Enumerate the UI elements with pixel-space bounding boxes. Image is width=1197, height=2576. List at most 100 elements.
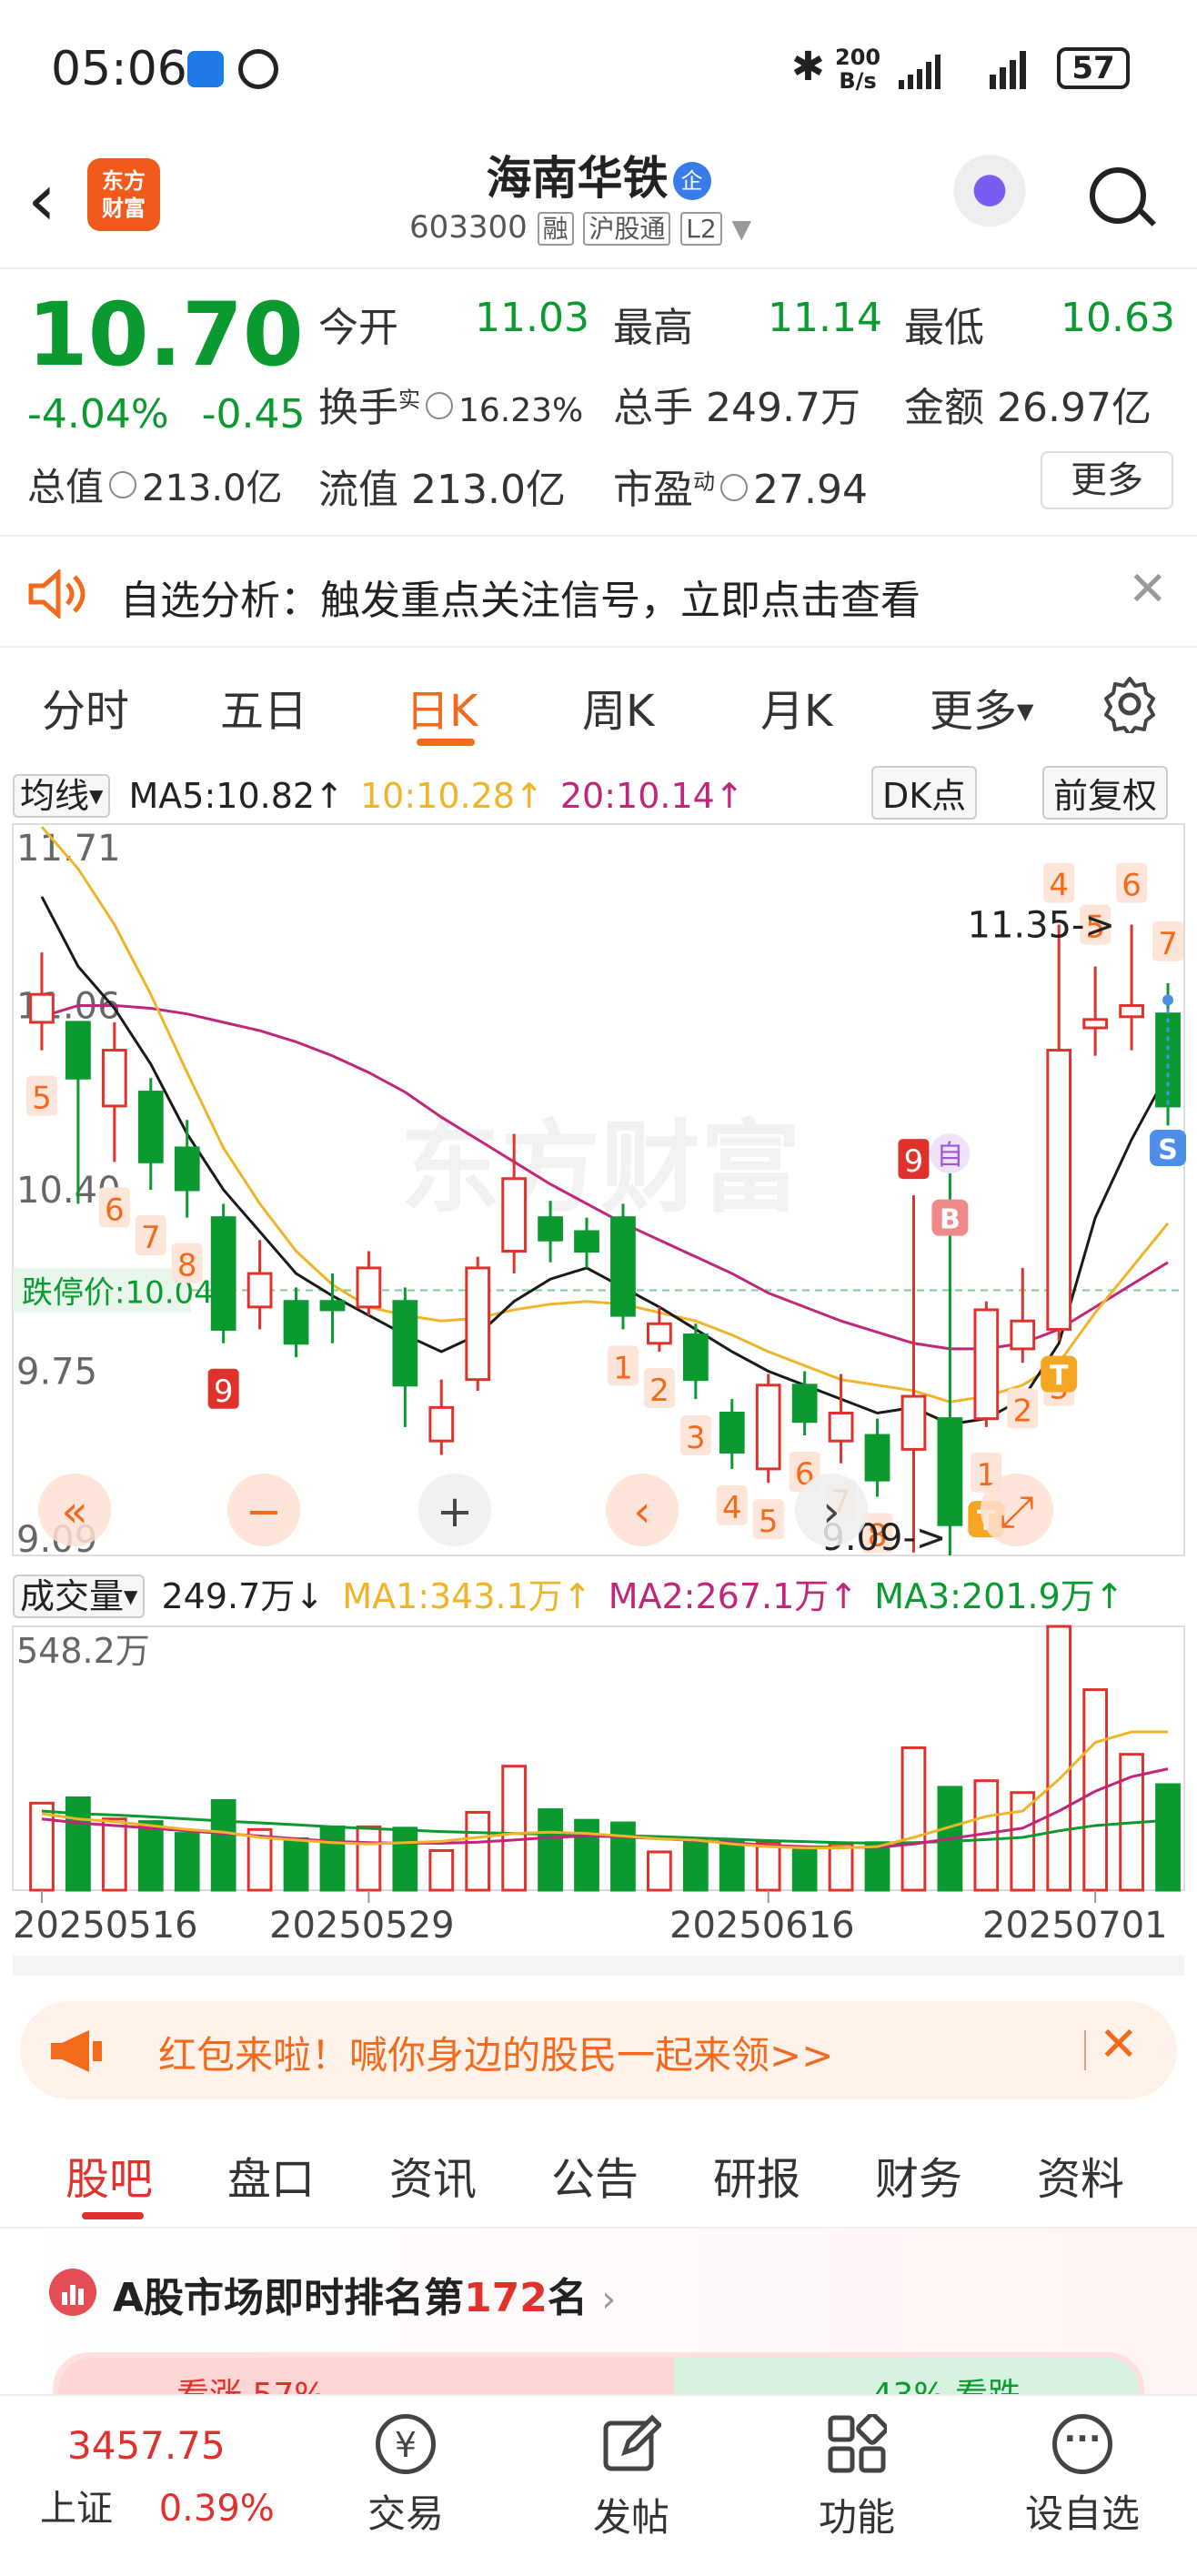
rank-number: 172 [464,2275,548,2321]
volume-bar [465,1810,491,1892]
volume-bar [356,1825,382,1892]
volume-y-max: 548.2万 [16,1631,150,1671]
stock-header: ‹ 东方 财富 海南华铁 企 603300 融 沪股通 L2 ▼ [0,136,1197,269]
volume-select[interactable]: 成交量▼ [13,1575,146,1618]
trade-icon: ¥ [376,2414,436,2474]
candle-body [428,1405,455,1443]
tab-weekly-k[interactable]: 周K [582,675,654,739]
tab-daily-k[interactable]: 日K [406,675,478,739]
volume-bar [501,1765,528,1892]
nav-add-watchlist[interactable]: ··· 设自选 [1010,2414,1155,2539]
open-value: 11.03 [475,295,589,341]
signal-icon [899,51,1026,89]
mcap-value: 213.0亿 [142,468,283,509]
stock-name: 海南华铁 [486,152,669,205]
candle-body [210,1216,236,1331]
tab-news[interactable]: 资讯 [389,2143,477,2207]
quote-panel: 10.70 -4.04% -0.45 总值 213.0亿 今开 11.03 最高 … [0,269,1197,533]
tab-orderbook[interactable]: 盘口 [227,2143,315,2207]
robot-avatar-icon[interactable] [950,155,1030,235]
volume-label: 总手 [613,385,693,431]
analysis-notice[interactable]: 自选分析：触发重点关注信号，立即点击查看 ✕ [0,535,1197,648]
sell-marker-dot [1162,994,1174,1006]
turnover-sup: 实 [398,387,420,413]
info-icon[interactable] [720,474,748,501]
grid-icon [828,2412,889,2473]
tab-announcements[interactable]: 公告 [551,2143,639,2207]
caret-down-icon: ▼ [1017,699,1034,724]
vol-ma3: MA3:201.9万↑ [874,1576,1124,1616]
pe-sup: 动 [693,468,715,495]
tab-profile[interactable]: 资料 [1037,2143,1124,2207]
fullscreen-icon[interactable]: ⤢ [1000,1486,1034,1537]
rank-suffix: 名 [547,2275,588,2321]
period-tabs: 分时 五日 日K 周K 月K 更多▼ [0,648,1197,757]
tab-finance[interactable]: 财务 [875,2143,962,2207]
high-label: 最高 [613,305,693,351]
fast-back-icon[interactable]: « [61,1486,87,1537]
nav-post[interactable]: 发帖 [558,2414,704,2542]
tab-more[interactable]: 更多▼ [930,675,1033,739]
volume-bar [682,1838,709,1892]
banner-close-icon[interactable]: ✕ [1099,2018,1139,2072]
active-tab-underline [417,739,475,746]
volume-bar [65,1796,91,1892]
nav-trade[interactable]: ¥ 交易 [333,2414,478,2539]
search-icon[interactable] [1090,167,1156,231]
step-right-icon[interactable]: › [822,1486,840,1537]
tab-forum[interactable]: 股吧 [65,2143,153,2207]
candle-body [682,1333,709,1382]
step-left-icon[interactable]: ‹ [633,1486,650,1537]
candle-body [501,1177,528,1253]
index-quote[interactable]: 3457.75 上证 0.39% [40,2423,275,2531]
rank-prefix: A股市场即时排名第 [113,2275,465,2321]
red-packet-banner[interactable]: 红包来啦！喊你身边的股民一起来领>> ✕ [20,2001,1177,2099]
bull-bear-bar[interactable]: 看涨 57% 43% 看跌 [53,2352,1144,2394]
more-button[interactable]: 更多 [1041,451,1173,509]
candlestick-chart[interactable]: 东方财富11.7111.0610.409.759.09跌停价:10.045678… [0,757,1197,1976]
td-buy-count: 2 [649,1373,669,1409]
kline-chart-area[interactable]: 均线▼ MA5:10.82↑ 10:10.28↑ 20:10.14↑ DK点 前… [0,757,1197,1976]
info-icon[interactable] [426,392,453,419]
zi-marker: 自 [936,1140,963,1172]
tab-five-day[interactable]: 五日 [220,675,307,739]
amount-label: 金额 [904,385,984,431]
megaphone-icon [51,2030,102,2072]
mcap-label: 总值 [27,465,105,509]
volume-bar [101,1817,127,1892]
bluetooth-icon: ✱ [791,44,825,90]
info-icon[interactable] [109,471,137,498]
tab-monthly-k[interactable]: 月K [760,675,832,739]
index-change: 0.39% [158,2488,275,2530]
volume-bar [538,1808,563,1892]
volume-bar [283,1836,309,1892]
net-unit: B/s [839,68,877,94]
tab-research[interactable]: 研报 [713,2143,800,2207]
code-dropdown-icon[interactable]: ▼ [732,214,752,244]
candle-body [937,1417,963,1526]
tab-intraday[interactable]: 分时 [42,675,129,739]
settings-gear-icon[interactable] [1101,675,1159,733]
td-sell-count: 8 [177,1248,197,1284]
turnover-label: 换手 [318,385,398,431]
zoom-out-icon[interactable]: − [246,1486,282,1537]
more-dots-icon: ··· [1052,2414,1112,2474]
volume-bar [1010,1791,1036,1892]
date-label: 20250616 [669,1905,855,1947]
net-speed: 200 [835,45,881,70]
nav-trade-label: 交易 [367,2491,444,2536]
zoom-in-icon[interactable]: + [437,1486,473,1537]
chevron-right-icon: › [601,2279,617,2320]
candle-body [29,992,55,1024]
close-icon[interactable]: ✕ [1128,562,1168,617]
candle-body [973,1308,1000,1421]
pe-label: 市盈 [613,467,693,513]
nav-functions[interactable]: 功能 [784,2412,930,2542]
nav-watchlist-label: 设自选 [1024,2491,1140,2536]
weather-icon [187,51,224,87]
candle-body [538,1216,563,1242]
tag-margin: 融 [537,212,574,246]
banner-text: 红包来啦！喊你身边的股民一起来领>> [158,2033,834,2078]
market-rank-card[interactable]: A股市场即时排名第172名 › 看涨 57% 43% 看跌 [0,2229,1197,2394]
tab-more-label: 更多 [930,686,1018,737]
